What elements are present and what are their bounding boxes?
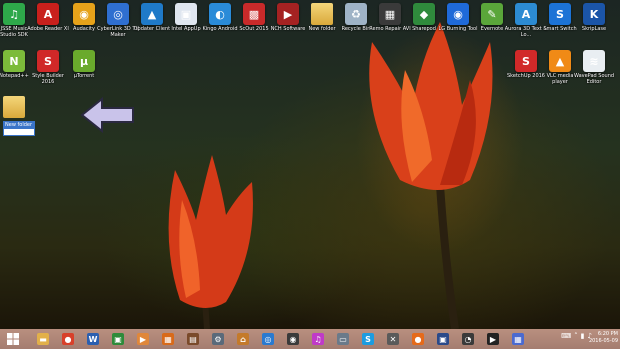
taskbar-item-speedometer[interactable]: ◔ <box>457 331 479 347</box>
desktop-icon[interactable]: K SkripLase <box>572 3 616 32</box>
tools-icon: ✕ <box>387 333 399 345</box>
taskbar-item-apps[interactable]: ▦ <box>507 331 529 347</box>
photo-icon: ▤ <box>187 333 199 345</box>
taskbar-item-chrome[interactable]: ● <box>57 331 79 347</box>
wavepad-icon: ≋ <box>583 50 605 72</box>
taskbar-item-media[interactable]: ▶ <box>132 331 154 347</box>
recycle-bin-icon: ♻ <box>345 3 367 25</box>
smart-switch-icon: S <box>549 3 571 25</box>
taskbar-item-inbox[interactable]: ▭ <box>332 331 354 347</box>
taskbar-item-media-player[interactable]: ▶ <box>482 331 504 347</box>
media-icon: ▶ <box>137 333 149 345</box>
taskbar-item-hat[interactable]: ⌂ <box>232 331 254 347</box>
itunes-icon: ♫ <box>312 333 324 345</box>
desktop-icon[interactable] <box>0 96 36 119</box>
hat-icon: ⌂ <box>237 333 249 345</box>
folder-icon <box>3 96 25 118</box>
desktop-icon[interactable]: µ µTorrent <box>62 50 106 79</box>
scout-icon: ▩ <box>243 3 265 25</box>
taskbar-item-itunes[interactable]: ♫ <box>307 331 329 347</box>
clock-time: 6:20 PM <box>597 331 618 337</box>
desktop-icon[interactable]: ≋ WavePad Sound Editor <box>572 50 616 85</box>
keyboard-icon[interactable]: ⌨ <box>561 332 571 340</box>
vlc-icon: ▲ <box>549 50 571 72</box>
rename-folder-text[interactable]: New folder <box>4 122 34 129</box>
cyberlink-icon: ◎ <box>107 3 129 25</box>
globe-icon: ◎ <box>262 333 274 345</box>
sketchup-icon: S <box>515 50 537 72</box>
desktop[interactable]: ♫ JSSE Music Studio SDK A Adobe Reader XI ◉ A… <box>0 0 620 329</box>
audacity-icon: ◉ <box>73 3 95 25</box>
lg-burning-icon: ◉ <box>447 3 469 25</box>
skriplase-icon: K <box>583 3 605 25</box>
music-app-icon: ♫ <box>3 3 25 25</box>
aurora-3d-icon: A <box>515 3 537 25</box>
taskbar-item-app-green[interactable]: ▣ <box>107 331 129 347</box>
evernote-icon: ✎ <box>481 3 503 25</box>
remo-repair-icon: ▦ <box>379 3 401 25</box>
taskbar-item-photo[interactable]: ▤ <box>182 331 204 347</box>
windows-start-button[interactable] <box>2 331 24 347</box>
green-app-icon: ▣ <box>112 333 124 345</box>
taskbar-item-settings[interactable]: ⚙ <box>207 331 229 347</box>
firefox-icon: ● <box>412 333 424 345</box>
rename-folder-input[interactable]: New folder <box>3 121 35 136</box>
orange-app-icon: ▦ <box>162 333 174 345</box>
inbox-icon: ▭ <box>337 333 349 345</box>
monitor-icon: ▣ <box>437 333 449 345</box>
updater-icon: ▲ <box>141 3 163 25</box>
notepad-plus-icon: N <box>3 50 25 72</box>
file-explorer-icon: ▬ <box>37 333 49 345</box>
windows-start-icon <box>7 333 19 345</box>
kingo-icon: ◐ <box>209 3 231 25</box>
arrow-left-icon <box>80 97 134 133</box>
apps-icon: ▦ <box>512 333 524 345</box>
taskbar: ▬ ● W ▣ ▶ ▦ ▤ ⚙ ⌂ ◎ ◉ ♫ ▭ S ✕ ● ▣ ◔ ▶ ▦ ⌨ ˄ ▮ ♪ 6:20 PM 2016-0… <box>0 329 620 349</box>
gear-icon: ⚙ <box>212 333 224 345</box>
clock[interactable]: 6:20 PM 2016-05-09 <box>578 331 618 345</box>
taskbar-item-file-explorer[interactable]: ▬ <box>32 331 54 347</box>
taskbar-item-tools[interactable]: ✕ <box>382 331 404 347</box>
word-icon: W <box>87 333 99 345</box>
adobe-reader-icon: A <box>37 3 59 25</box>
folder-icon <box>311 3 333 25</box>
taskbar-item-skype[interactable]: S <box>357 331 379 347</box>
taskbar-item-monitor[interactable]: ▣ <box>432 331 454 347</box>
taskbar-item-disc[interactable]: ◉ <box>282 331 304 347</box>
sharepod-icon: ◆ <box>413 3 435 25</box>
skype-icon: S <box>362 333 374 345</box>
utorrent-icon: µ <box>73 50 95 72</box>
disc-icon: ◉ <box>287 333 299 345</box>
media-player-icon: ▶ <box>487 333 499 345</box>
chrome-icon: ● <box>62 333 74 345</box>
clock-date: 2016-05-09 <box>588 338 618 344</box>
desktop-icon-label: WavePad Sound Editor <box>573 73 615 85</box>
desktop-icon-label: µTorrent <box>73 73 95 79</box>
style-builder-icon: S <box>37 50 59 72</box>
taskbar-item-firefox[interactable]: ● <box>407 331 429 347</box>
speedometer-icon: ◔ <box>462 333 474 345</box>
intel-icon: ▣ <box>175 3 197 25</box>
nch-icon: ▶ <box>277 3 299 25</box>
taskbar-item-app-orange[interactable]: ▦ <box>157 331 179 347</box>
taskbar-item-word[interactable]: W <box>82 331 104 347</box>
taskbar-item-globe[interactable]: ◎ <box>257 331 279 347</box>
desktop-icon-label: SkripLase <box>581 26 607 32</box>
